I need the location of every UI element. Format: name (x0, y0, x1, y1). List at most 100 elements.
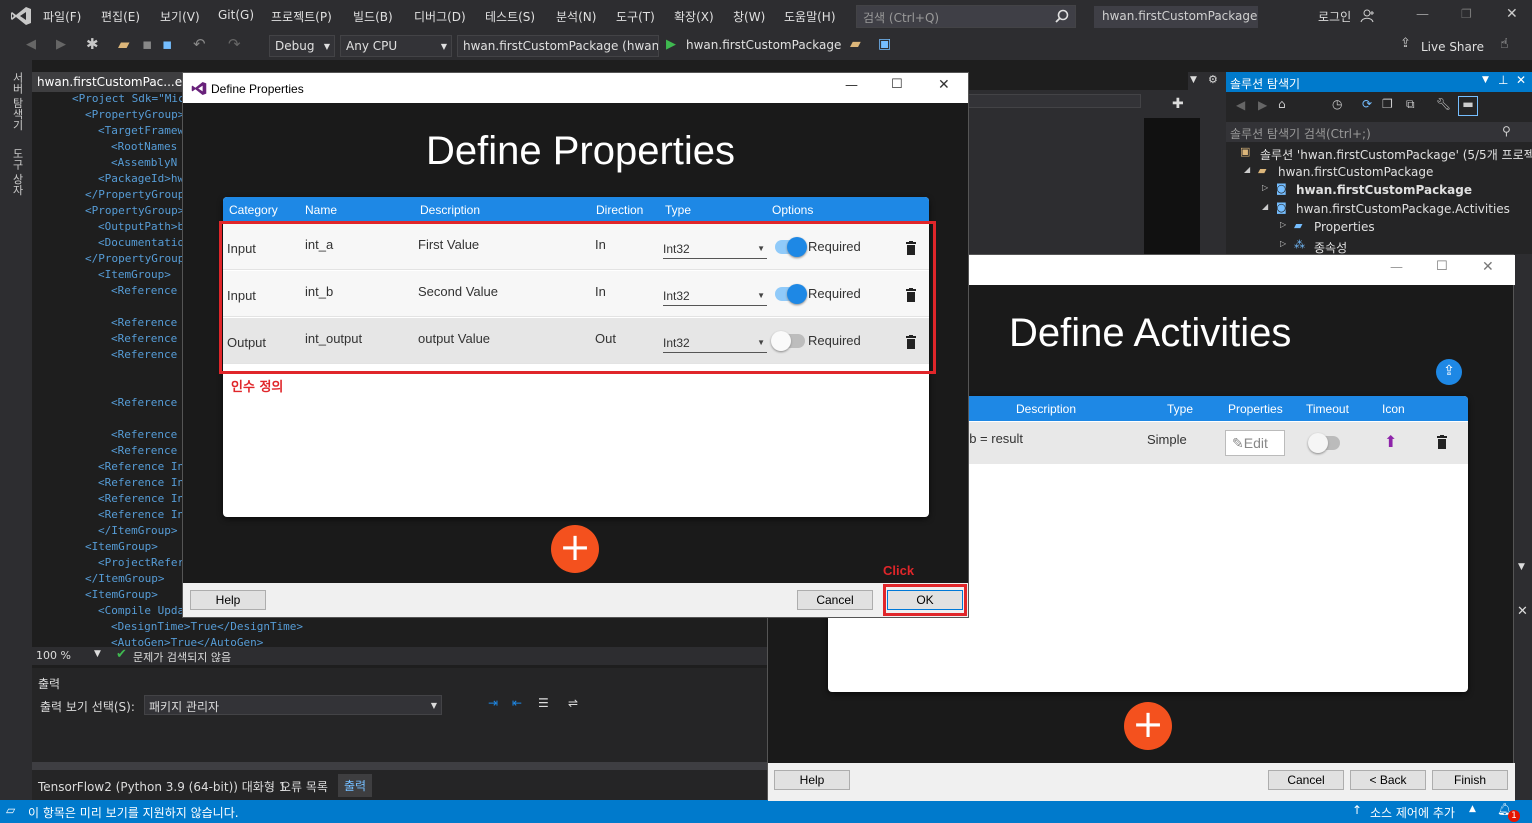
timeout-toggle[interactable] (1308, 433, 1340, 453)
code-line[interactable]: <ItemGroup> (85, 540, 158, 556)
folder-icon[interactable]: ▰ (850, 36, 861, 52)
code-line[interactable]: <PackageId>hwa (98, 172, 191, 188)
code-line[interactable]: <Compile Upda (98, 604, 184, 620)
code-line[interactable]: <Reference (111, 428, 177, 444)
tab-output[interactable]: 출력 (338, 774, 373, 797)
history-icon[interactable]: ◷ (1332, 97, 1342, 111)
preview-toggle-icon[interactable]: ▬ (1458, 96, 1478, 116)
collapse-icon[interactable]: ❐ (1382, 97, 1393, 111)
code-line[interactable]: <Reference Inc (98, 492, 191, 508)
code-line[interactable]: <TargetFramew (98, 124, 184, 140)
live-share-button[interactable]: Live Share (1421, 40, 1484, 54)
code-line[interactable]: </PropertyGroup> (85, 188, 191, 204)
code-line[interactable]: <Reference (111, 316, 177, 332)
upload-icon[interactable]: ⬆ (1384, 432, 1397, 451)
maximize-icon[interactable]: ☐ (891, 77, 903, 92)
tree-item[interactable]: ◢ ▰ hwan.firstCustomPackage (1226, 163, 1532, 181)
toolbox-tab[interactable]: 도구 상자 (9, 148, 25, 196)
expand-icon[interactable]: ▷ (1262, 183, 1268, 192)
minimize-icon[interactable]: — (845, 78, 858, 93)
menu-tools[interactable]: 도구(T) (616, 8, 655, 25)
menu-view[interactable]: 보기(V) (160, 8, 200, 25)
navigation-bar[interactable] (968, 94, 1141, 108)
expand-icon[interactable]: ▷ (1280, 239, 1286, 248)
run-target-button[interactable]: hwan.firstCustomPackage (686, 38, 841, 52)
add-activity-button[interactable]: + (1124, 702, 1172, 750)
back-button[interactable]: < Back (1350, 770, 1426, 790)
menu-git[interactable]: Git(G) (218, 8, 254, 22)
cancel-button[interactable]: Cancel (1268, 770, 1344, 790)
code-line[interactable]: <PropertyGroup> (85, 204, 184, 220)
close-icon[interactable]: ✕ (1516, 73, 1526, 87)
code-line[interactable]: <ProjectRefere (98, 556, 191, 572)
home-icon[interactable]: ⌂ (1278, 97, 1286, 111)
menu-project[interactable]: 프로젝트(P) (271, 8, 332, 25)
code-line[interactable]: <Documentation (98, 236, 191, 252)
tab-interactive[interactable]: TensorFlow2 (Python 3.9 (64-bit)) 대화형 1 (38, 778, 286, 795)
finish-button[interactable]: Finish (1432, 770, 1508, 790)
code-line[interactable]: <PropertyGroup> (85, 108, 184, 124)
start-debug-icon[interactable]: ▶ (666, 37, 676, 52)
pin-icon[interactable]: ⊥ (1498, 73, 1508, 87)
code-line[interactable]: <ItemGroup> (85, 588, 158, 604)
code-line[interactable]: <Reference Inc (98, 476, 191, 492)
visual-studio-logo-icon[interactable] (10, 6, 32, 26)
expand-icon[interactable]: ◢ (1262, 202, 1268, 211)
expand-icon[interactable]: ◢ (1244, 165, 1250, 174)
minimize-icon[interactable]: — (1390, 260, 1403, 275)
clear-all-icon[interactable]: ☰ (538, 696, 549, 710)
close-icon[interactable]: ✕ (1482, 259, 1494, 275)
back-icon[interactable]: ◀ (26, 37, 36, 52)
search-icon[interactable]: ⚲ (1502, 124, 1511, 138)
code-line[interactable]: </ItemGroup> (98, 524, 177, 540)
redo-icon[interactable]: ↷ (228, 35, 241, 53)
chevron-down-icon[interactable]: ▼ (1190, 75, 1197, 85)
menu-file[interactable]: 파일(F) (43, 8, 81, 25)
close-icon[interactable]: ✕ (1517, 604, 1528, 619)
search-icon[interactable] (1055, 9, 1069, 23)
delete-icon[interactable] (1436, 435, 1448, 449)
chevron-down-icon[interactable]: ▼ (1482, 75, 1489, 85)
solution-search[interactable]: 솔루션 탐색기 검색(Ctrl+;) ⚲ (1226, 122, 1532, 142)
save-all-icon[interactable]: ▪ (162, 35, 172, 53)
tab-error-list[interactable]: 오류 목록 (280, 778, 328, 795)
code-line[interactable]: <DesignTime>True</DesignTime> (111, 620, 303, 636)
live-share-icon[interactable]: ⇪ (1400, 36, 1411, 51)
expand-icon[interactable]: ▷ (1280, 220, 1286, 229)
close-icon[interactable]: ✕ (1506, 6, 1518, 22)
edit-properties-button[interactable]: ✎Edit (1225, 430, 1285, 456)
feedback-icon[interactable]: ☝ (1500, 36, 1509, 52)
back-icon[interactable]: ◀ (1236, 98, 1245, 112)
code-line[interactable]: <Project Sdk="Mic (72, 92, 185, 108)
code-line[interactable]: <Reference Inc (98, 508, 191, 524)
chevron-down-icon[interactable]: ▼ (1518, 562, 1525, 572)
forward-icon[interactable]: ▶ (1258, 98, 1267, 112)
split-icon[interactable]: ✚ (1172, 96, 1184, 112)
search-input[interactable]: 검색 (Ctrl+Q) (856, 5, 1076, 28)
cancel-button[interactable]: Cancel (797, 590, 873, 610)
copy-icon[interactable]: ⧉ (1406, 97, 1415, 112)
user-add-icon[interactable] (1360, 8, 1376, 24)
code-line[interactable]: <Reference (111, 332, 177, 348)
chevron-up-icon[interactable]: ▲ (1469, 804, 1476, 814)
new-item-icon[interactable]: ✱ (86, 35, 99, 53)
code-line[interactable]: <Reference Inc (98, 460, 191, 476)
menu-debug[interactable]: 디버그(D) (414, 8, 466, 25)
forward-icon[interactable]: ▶ (56, 37, 66, 52)
server-explorer-tab[interactable]: 서버 탐색기 (9, 72, 25, 131)
menu-help[interactable]: 도움말(H) (784, 8, 836, 25)
horizontal-scrollbar[interactable] (32, 762, 767, 770)
menu-extensions[interactable]: 확장(X) (674, 8, 714, 25)
menu-build[interactable]: 빌드(B) (353, 8, 393, 25)
ok-button[interactable]: OK (887, 590, 963, 610)
platform-select[interactable]: Any CPU ▼ (340, 35, 452, 57)
code-line[interactable]: <Reference (111, 444, 177, 460)
restore-icon[interactable]: ❐ (1461, 7, 1472, 21)
startup-project-select[interactable]: hwan.firstCustomPackage (hwan.f (457, 35, 659, 57)
gear-icon[interactable]: ⚙ (1208, 73, 1218, 86)
minimize-icon[interactable]: — (1416, 7, 1429, 22)
menu-window[interactable]: 창(W) (733, 8, 765, 25)
export-icon[interactable]: ⇪ (1436, 359, 1462, 385)
output-source-select[interactable]: 패키지 관리자 ▼ (144, 695, 442, 715)
source-control-button[interactable]: 소스 제어에 추가 (1370, 804, 1455, 821)
